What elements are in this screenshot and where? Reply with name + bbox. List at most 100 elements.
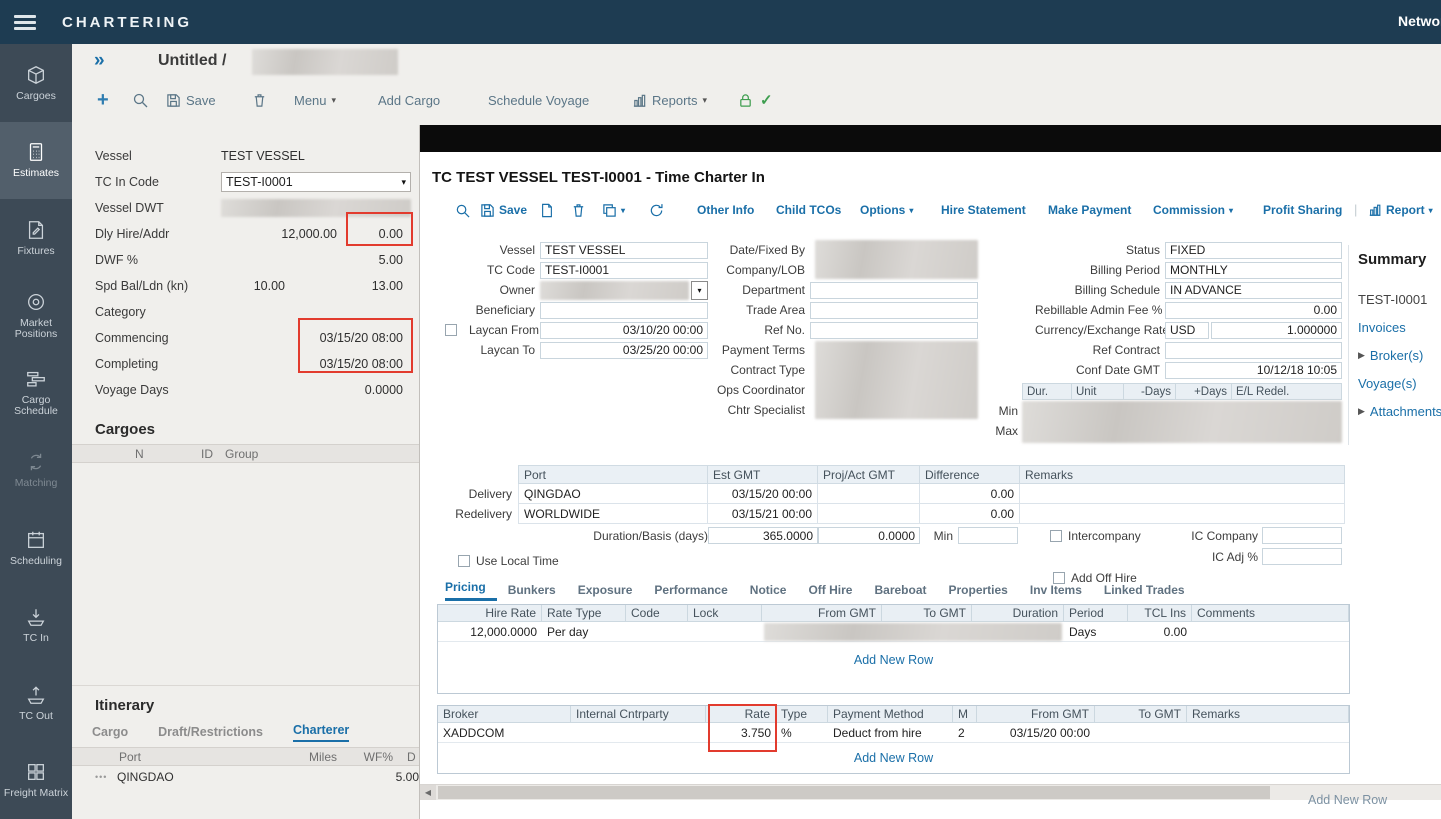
- ic-company-field[interactable]: [1262, 527, 1342, 544]
- broker-row[interactable]: XADDCOM 3.750 % Deduct from hire 2 03/15…: [438, 723, 1349, 743]
- spd-ballast-field[interactable]: 10.00: [221, 279, 293, 293]
- summary-voyages-link[interactable]: Voyage(s): [1358, 376, 1441, 391]
- beneficiary-field[interactable]: [540, 302, 708, 319]
- rebillable-admin-fee-field[interactable]: 0.00: [1165, 302, 1342, 319]
- sidebar-item-scheduling[interactable]: Scheduling: [0, 509, 72, 587]
- completing-field[interactable]: 03/15/20 08:00: [221, 357, 411, 371]
- tab-charterer[interactable]: Charterer: [293, 723, 349, 742]
- status-field[interactable]: FIXED: [1165, 242, 1342, 259]
- voyage-days-field[interactable]: 0.0000: [221, 383, 411, 397]
- tab-draft-restrictions[interactable]: Draft/Restrictions: [158, 725, 263, 742]
- options-button[interactable]: Options ▾: [860, 199, 913, 221]
- tcl-ins-cell[interactable]: 0.00: [1128, 622, 1192, 641]
- broker-cell[interactable]: XADDCOM: [438, 723, 571, 742]
- redelivery-row[interactable]: WORLDWIDE 03/15/21 00:00 0.00: [518, 504, 1345, 524]
- scroll-left-arrow[interactable]: ◀: [420, 785, 436, 800]
- network-menu[interactable]: Network: [1398, 13, 1441, 29]
- make-payment-button[interactable]: Make Payment: [1048, 199, 1131, 221]
- code-cell[interactable]: [626, 622, 688, 641]
- delete-button[interactable]: [252, 88, 267, 112]
- trade-area-field[interactable]: [810, 302, 978, 319]
- laycan-checkbox[interactable]: [445, 324, 457, 336]
- tab-bareboat[interactable]: Bareboat: [863, 583, 937, 601]
- redelivery-remarks-cell[interactable]: [1020, 504, 1345, 524]
- use-local-time-option[interactable]: Use Local Time: [458, 554, 559, 568]
- tab-cargo[interactable]: Cargo: [92, 725, 128, 742]
- broker-type-cell[interactable]: %: [776, 723, 828, 742]
- sidebar-item-fixtures[interactable]: Fixtures: [0, 199, 72, 277]
- sidebar-item-cargoes[interactable]: Cargoes: [0, 44, 72, 122]
- tab-linked-trades[interactable]: Linked Trades: [1093, 583, 1196, 601]
- terms-coordinator-fields-redacted[interactable]: [815, 341, 978, 419]
- tab-off-hire[interactable]: Off Hire: [797, 583, 863, 601]
- search-button[interactable]: [455, 199, 470, 221]
- min-max-rows-redacted[interactable]: [1022, 401, 1342, 443]
- redelivery-port-cell[interactable]: WORLDWIDE: [518, 504, 708, 524]
- lock-cell[interactable]: [688, 622, 762, 641]
- schedule-voyage-button[interactable]: Schedule Voyage: [488, 88, 589, 112]
- vessel-field[interactable]: TEST VESSEL: [540, 242, 708, 259]
- payment-method-cell[interactable]: Deduct from hire: [828, 723, 953, 742]
- commission-button[interactable]: Commission ▾: [1153, 199, 1233, 221]
- summary-brokers-link[interactable]: ▶Broker(s): [1358, 348, 1441, 363]
- delete-button[interactable]: [571, 199, 586, 221]
- hire-rate-cell[interactable]: 12,000.0000: [438, 622, 542, 641]
- hamburger-menu-icon[interactable]: [14, 15, 36, 30]
- redelivery-difference-cell[interactable]: 0.00: [920, 504, 1020, 524]
- comments-cell[interactable]: [1192, 622, 1349, 641]
- conf-date-gmt-field[interactable]: 10/12/18 10:05: [1165, 362, 1342, 379]
- tc-code-field[interactable]: TEST-I0001: [540, 262, 708, 279]
- use-local-time-checkbox[interactable]: [458, 555, 470, 567]
- laycan-from-field[interactable]: 03/10/20 00:00: [540, 322, 708, 339]
- billing-period-field[interactable]: MONTHLY: [1165, 262, 1342, 279]
- vessel-value[interactable]: TEST VESSEL: [221, 149, 305, 163]
- exchange-rate-field[interactable]: 1.000000: [1211, 322, 1342, 339]
- horizontal-scrollbar[interactable]: ◀: [420, 784, 1441, 800]
- save-button[interactable]: Save: [480, 199, 527, 221]
- intercompany-option[interactable]: Intercompany: [1050, 529, 1141, 543]
- laycan-to-field[interactable]: 03/25/20 00:00: [540, 342, 708, 359]
- add-cargo-button[interactable]: Add Cargo: [378, 88, 440, 112]
- scrollbar-thumb[interactable]: [438, 786, 1270, 799]
- search-button[interactable]: [132, 88, 148, 112]
- commencing-field[interactable]: 03/15/20 08:00: [221, 331, 411, 345]
- department-field[interactable]: [810, 282, 978, 299]
- addr-commission-field[interactable]: 0.00: [345, 227, 411, 241]
- spd-laden-field[interactable]: 13.00: [293, 279, 411, 293]
- delivery-remarks-cell[interactable]: [1020, 484, 1345, 504]
- sidebar-item-cargo-schedule[interactable]: Cargo Schedule: [0, 354, 72, 432]
- sidebar-item-tc-in[interactable]: TC In: [0, 587, 72, 665]
- min-duration-field[interactable]: [958, 527, 1018, 544]
- broker-rate-cell[interactable]: 3.750: [706, 723, 776, 742]
- broker-from-gmt-cell[interactable]: 03/15/20 00:00: [977, 723, 1095, 742]
- sidebar-item-freight-matrix[interactable]: Freight Matrix: [0, 742, 72, 819]
- tab-bunkers[interactable]: Bunkers: [497, 583, 567, 601]
- redelivery-est-gmt-cell[interactable]: 03/15/21 00:00: [708, 504, 818, 524]
- date-company-fields-redacted[interactable]: [815, 240, 978, 279]
- summary-invoices-link[interactable]: Invoices: [1358, 320, 1441, 335]
- owner-field-redacted[interactable]: [540, 281, 689, 300]
- currency-field[interactable]: USD: [1165, 322, 1209, 339]
- sidebar-item-market-positions[interactable]: Market Positions: [0, 277, 72, 355]
- internal-cntrparty-cell[interactable]: [571, 723, 706, 742]
- billing-schedule-field[interactable]: IN ADVANCE: [1165, 282, 1342, 299]
- tab-exposure[interactable]: Exposure: [567, 583, 644, 601]
- itinerary-row[interactable]: ••• QINGDAO 5.00: [72, 766, 419, 788]
- delivery-port-cell[interactable]: QINGDAO: [518, 484, 708, 504]
- hire-statement-button[interactable]: Hire Statement: [941, 199, 1026, 221]
- broker-remarks-cell[interactable]: [1187, 723, 1349, 742]
- profit-sharing-button[interactable]: Profit Sharing: [1263, 199, 1342, 221]
- broker-to-gmt-cell[interactable]: [1095, 723, 1187, 742]
- vessel-dwt-field[interactable]: [221, 199, 411, 217]
- dly-hire-field[interactable]: 12,000.00: [221, 227, 345, 241]
- copy-button[interactable]: ▾: [602, 199, 625, 221]
- delivery-proj-act-cell[interactable]: [818, 484, 920, 504]
- reports-button[interactable]: Reports ▾: [632, 88, 707, 112]
- sidebar-item-matching[interactable]: Matching: [0, 432, 72, 510]
- duration-field[interactable]: 365.0000: [708, 527, 818, 544]
- summary-attachments-link[interactable]: ▶Attachments: [1358, 404, 1441, 419]
- tab-performance[interactable]: Performance: [643, 583, 738, 601]
- pricing-row[interactable]: 12,000.0000 Per day Days 0.00: [438, 622, 1349, 642]
- new-estimate-button[interactable]: +: [97, 88, 109, 112]
- delivery-est-gmt-cell[interactable]: 03/15/20 00:00: [708, 484, 818, 504]
